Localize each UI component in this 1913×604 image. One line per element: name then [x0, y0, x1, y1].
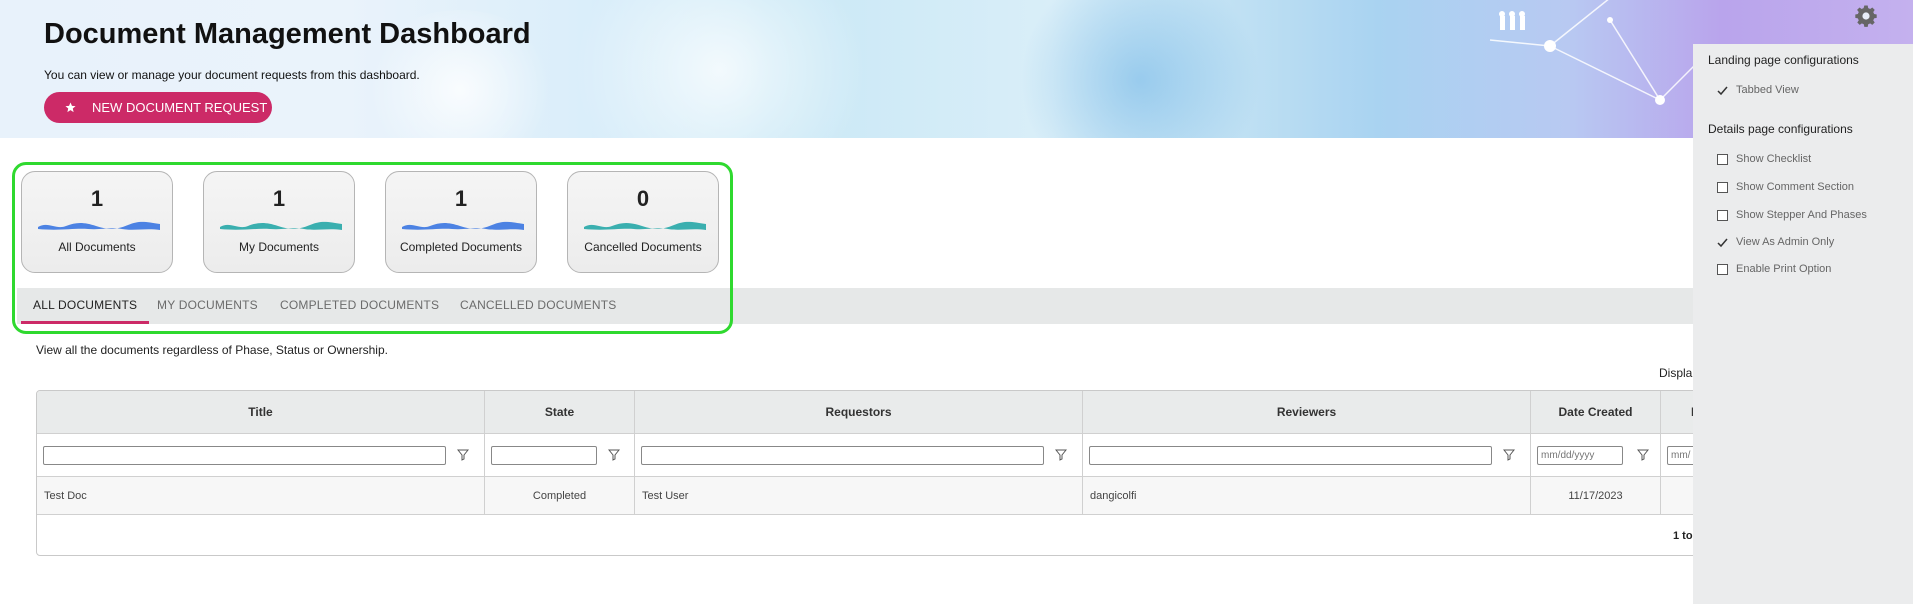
requestors-filter-input[interactable]: [641, 446, 1044, 465]
cell-title: Test Doc: [37, 477, 485, 515]
option-view-as-admin-only[interactable]: View As Admin Only: [1717, 234, 1834, 250]
checkbox[interactable]: [1717, 209, 1728, 221]
option-enable-print-option[interactable]: Enable Print Option: [1717, 261, 1831, 277]
grid-filter-row: [37, 434, 1913, 477]
cell-state: Completed: [485, 477, 635, 515]
documents-grid: Title State Requestors Reviewers Date Cr…: [36, 390, 1913, 556]
option-show-checklist[interactable]: Show Checklist: [1717, 151, 1811, 167]
filter-icon[interactable]: [1055, 448, 1067, 462]
option-show-stepper-and-phases[interactable]: Show Stepper And Phases: [1717, 207, 1867, 223]
filter-icon[interactable]: [608, 448, 620, 462]
configuration-panel: Landing page configurations Tabbed View …: [1693, 44, 1913, 604]
star-icon: [64, 102, 76, 114]
display-label: Displa: [1659, 366, 1693, 380]
column-header-title[interactable]: Title: [37, 391, 485, 434]
option-tabbed-view[interactable]: Tabbed View: [1717, 82, 1799, 98]
column-header-requestors[interactable]: Requestors: [635, 391, 1083, 434]
state-filter-input[interactable]: [491, 446, 597, 465]
table-row[interactable]: Test Doc Completed Test User dangicolfi …: [37, 477, 1913, 515]
cell-requestors: Test User: [635, 477, 1083, 515]
cell-reviewers: dangicolfi: [1083, 477, 1531, 515]
pagination-summary: 1 to: [1673, 530, 1693, 542]
network-graphic: [1489, 0, 1700, 105]
option-show-comment-section[interactable]: Show Comment Section: [1717, 179, 1854, 195]
grid-header: Title State Requestors Reviewers Date Cr…: [37, 391, 1913, 434]
dashboard-page: Document Management Dashboard You can vi…: [0, 0, 1913, 604]
checkbox[interactable]: [1717, 181, 1728, 193]
filter-icon[interactable]: [1503, 448, 1515, 462]
cell-date-created: 11/17/2023: [1531, 477, 1661, 515]
new-document-request-label: NEW DOCUMENT REQUEST: [92, 100, 268, 115]
title-filter-input[interactable]: [43, 446, 446, 465]
page-title: Document Management Dashboard: [44, 18, 531, 50]
column-header-date-created[interactable]: Date Created: [1531, 391, 1661, 434]
checkbox[interactable]: [1717, 153, 1728, 165]
page-subtitle: You can view or manage your document req…: [44, 68, 420, 82]
date-created-filter-input[interactable]: [1537, 446, 1623, 465]
checkbox[interactable]: [1717, 263, 1728, 275]
reviewers-filter-input[interactable]: [1089, 446, 1492, 465]
filter-icon[interactable]: [457, 448, 469, 462]
column-header-state[interactable]: State: [485, 391, 635, 434]
new-document-request-button[interactable]: NEW DOCUMENT REQUEST: [44, 92, 272, 123]
highlight-outline: [12, 162, 733, 334]
column-header-reviewers[interactable]: Reviewers: [1083, 391, 1531, 434]
tab-description: View all the documents regardless of Pha…: [36, 343, 388, 357]
details-config-heading: Details page configurations: [1708, 122, 1853, 136]
filter-icon[interactable]: [1637, 448, 1649, 462]
header-banner: Document Management Dashboard You can vi…: [0, 0, 1913, 138]
gear-icon[interactable]: [1854, 4, 1878, 28]
checkmark-icon: [1717, 237, 1728, 248]
landing-config-heading: Landing page configurations: [1708, 53, 1859, 67]
checkmark-icon: [1717, 85, 1728, 96]
